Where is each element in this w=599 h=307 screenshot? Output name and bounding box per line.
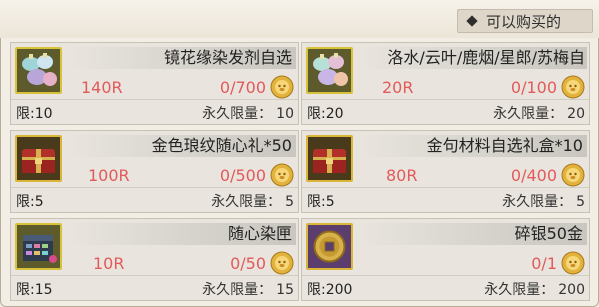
shop-header: 可以购买的 (0, 0, 599, 38)
item-price: 80R (386, 166, 418, 185)
card-footer: 限:200 永久限量： 200 (302, 275, 589, 300)
permanent-limit: 永久限量： 5 (211, 191, 294, 211)
purchase-limit: 限:5 (16, 194, 44, 210)
gold-coin-icon (561, 163, 585, 187)
shop-item-card[interactable]: 随心染匣 10R 0/50 限:15 永久限量： 15 (10, 218, 299, 301)
item-stock: 0/500 (219, 166, 266, 185)
permanent-limit-label: 永久限量： (484, 282, 555, 298)
shop-item-card[interactable]: 金色琅纹随心礼*50 100R 0/500 限:5 永久限量： 5 (10, 130, 299, 213)
item-price: 20R (382, 78, 414, 97)
permanent-limit-label: 永久限量： (502, 194, 573, 210)
permanent-limit: 永久限量： 10 (202, 103, 294, 123)
card-footer: 限:5 永久限量： 5 (302, 187, 589, 212)
item-stock: 0/700 (219, 78, 266, 97)
tab-purchasable[interactable]: 可以购买的 (457, 9, 593, 33)
permanent-limit-value: 5 (576, 194, 585, 210)
card-footer: 限:5 永久限量： 5 (11, 187, 298, 212)
item-grid: 镜花缘染发剂自选 140R 0/700 限:10 永久限量： 10 洛水/云叶/… (10, 42, 590, 304)
dye-box-icon (15, 223, 62, 270)
permanent-limit-value: 20 (567, 106, 585, 122)
name-bar: 金句材料自选礼盒*10 (357, 135, 587, 157)
item-price: 10R (93, 254, 125, 273)
item-name: 碎银50金 (514, 224, 583, 243)
item-name: 镜花缘染发剂自选 (163, 48, 292, 67)
shop-item-card[interactable]: 碎银50金 0/1 限:200 永久限量： 200 (301, 218, 590, 301)
dye-bottles-icon (306, 47, 353, 94)
shop-item-card[interactable]: 金句材料自选礼盒*10 80R 0/400 限:5 永久限量： 5 (301, 130, 590, 213)
card-footer: 限:10 永久限量： 10 (11, 99, 298, 124)
gold-coin-icon (270, 163, 294, 187)
item-stock: 0/1 (531, 254, 557, 273)
card-footer: 限:15 永久限量： 15 (11, 275, 298, 300)
gold-coin-icon (270, 75, 294, 99)
shop-item-card[interactable]: 洛水/云叶/鹿烟/星郎/苏梅自 20R 0/100 限:20 永久限量： 20 (301, 42, 590, 125)
purchase-limit: 限:15 (16, 282, 53, 298)
item-price: 100R (88, 166, 130, 185)
tab-label: 可以购买的 (486, 12, 562, 31)
permanent-limit: 永久限量： 15 (202, 279, 294, 299)
purchase-limit: 限:20 (307, 106, 344, 122)
item-stock: 0/50 (230, 254, 266, 273)
permanent-limit: 永久限量： 200 (484, 279, 585, 299)
permanent-limit-label: 永久限量： (211, 194, 282, 210)
red-chest-icon (15, 135, 62, 182)
item-name: 金色琅纹随心礼*50 (151, 136, 292, 155)
item-stock: 0/100 (510, 78, 557, 97)
silver-coin-icon (306, 223, 353, 270)
permanent-limit-value: 200 (558, 282, 585, 298)
name-bar: 金色琅纹随心礼*50 (66, 135, 296, 157)
name-bar: 碎银50金 (357, 223, 587, 245)
name-bar: 随心染匣 (66, 223, 296, 245)
dye-bottles-icon (15, 47, 62, 94)
purchase-limit: 限:10 (16, 106, 53, 122)
gold-coin-icon (561, 251, 585, 275)
permanent-limit-value: 5 (285, 194, 294, 210)
item-name: 随心染匣 (227, 224, 292, 243)
permanent-limit-label: 永久限量： (202, 106, 273, 122)
item-name: 洛水/云叶/鹿烟/星郎/苏梅自 (387, 48, 585, 67)
purchase-limit: 限:5 (307, 194, 335, 210)
item-name: 金句材料自选礼盒*10 (426, 136, 583, 155)
name-bar: 镜花缘染发剂自选 (66, 47, 296, 69)
diamond-icon (466, 15, 478, 27)
permanent-limit: 永久限量： 5 (502, 191, 585, 211)
name-bar: 洛水/云叶/鹿烟/星郎/苏梅自 (357, 47, 587, 69)
permanent-limit-label: 永久限量： (493, 106, 564, 122)
item-price: 140R (81, 78, 123, 97)
permanent-limit-value: 10 (276, 106, 294, 122)
permanent-limit: 永久限量： 20 (493, 103, 585, 123)
gold-coin-icon (270, 251, 294, 275)
item-stock: 0/400 (510, 166, 557, 185)
purchase-limit: 限:200 (307, 282, 353, 298)
permanent-limit-value: 15 (276, 282, 294, 298)
card-footer: 限:20 永久限量： 20 (302, 99, 589, 124)
permanent-limit-label: 永久限量： (202, 282, 273, 298)
red-chest-icon (306, 135, 353, 182)
gold-coin-icon (561, 75, 585, 99)
shop-item-card[interactable]: 镜花缘染发剂自选 140R 0/700 限:10 永久限量： 10 (10, 42, 299, 125)
